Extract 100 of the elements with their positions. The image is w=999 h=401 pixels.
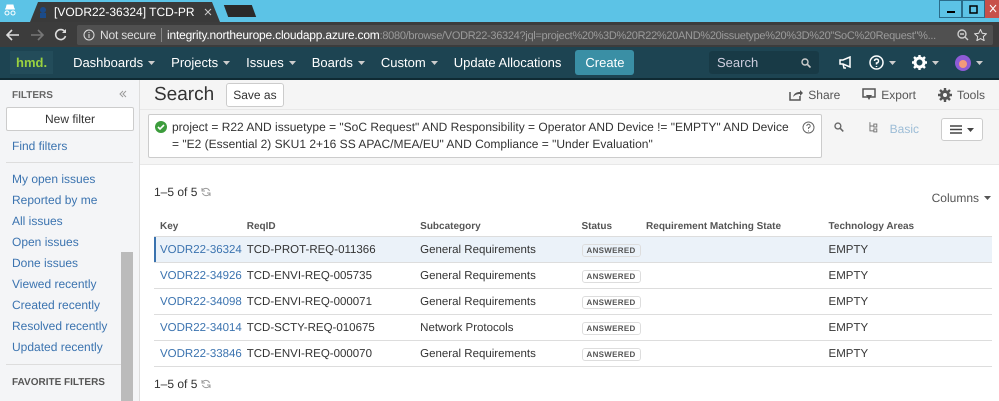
zoom-icon[interactable] <box>957 28 969 40</box>
filter-link[interactable]: Open issues <box>6 232 115 253</box>
url-text: integrity.northeurope.cloudapp.azure.com:8080/browse/VODR22-36324?jql=project%20%3D%20R22%20AND%20issuetype%20%3D%20"SoC%20Request"%... <box>167 28 936 42</box>
robot-icon <box>38 6 48 18</box>
table-row[interactable]: VODR22-36324 TCD-PROT-REQ-011366 General Requirements ANSWERED EMPTY <box>154 236 992 262</box>
share-icon <box>789 88 804 102</box>
menu-icon <box>950 125 962 134</box>
filter-link[interactable]: Created recently <box>6 295 115 316</box>
column-header[interactable]: ReqID <box>240 217 414 236</box>
close-icon[interactable] <box>204 8 212 16</box>
issue-key-link[interactable]: VODR22-34014 <box>160 322 242 334</box>
caret-icon <box>889 60 896 64</box>
search-field[interactable]: Search <box>709 51 819 74</box>
info-icon <box>83 28 95 40</box>
issue-key-link[interactable]: VODR22-34098 <box>160 296 242 308</box>
back-icon[interactable] <box>6 28 20 40</box>
star-icon[interactable] <box>974 28 987 40</box>
column-header[interactable]: Requirement Matching State <box>640 217 823 236</box>
nav-menu[interactable]: Dashboards <box>65 55 164 70</box>
search-icon[interactable] <box>834 122 844 132</box>
scrollbar[interactable] <box>121 252 133 401</box>
new-filter-button[interactable]: New filter <box>6 107 134 131</box>
column-header[interactable]: Status <box>576 217 640 236</box>
issue-key-link[interactable]: VODR22-33846 <box>160 348 242 360</box>
status-badge: ANSWERED <box>582 348 641 360</box>
filter-link[interactable]: Resolved recently <box>6 316 115 337</box>
column-header[interactable]: Key <box>154 217 241 236</box>
table-cell: TCD-ENVI-REQ-005735 <box>246 270 372 282</box>
search-icon <box>801 58 811 68</box>
table-cell: EMPTY <box>828 322 868 334</box>
table-row[interactable]: VODR22-34098 TCD-ENVI-REQ-000071 General Requirements ANSWERED EMPTY <box>154 288 992 314</box>
table-cell: TCD-PROT-REQ-011366 <box>246 244 376 256</box>
nav-menu[interactable]: Boards <box>304 55 373 70</box>
table-cell: TCD-ENVI-REQ-000070 <box>246 348 372 360</box>
filter-link[interactable]: Done issues <box>6 253 115 274</box>
menu-button[interactable] <box>941 118 983 141</box>
browser-tab[interactable]: [VODR22-36324] TCD-PR <box>30 2 220 22</box>
security-label: Not secure <box>100 28 156 42</box>
save-as-button[interactable]: Save as <box>226 82 284 106</box>
help-icon[interactable] <box>802 121 816 134</box>
create-button[interactable]: Create <box>575 50 634 75</box>
export-button[interactable]: Export <box>862 88 916 102</box>
caret-icon <box>430 60 438 64</box>
table-cell: General Requirements <box>420 270 536 282</box>
table-row[interactable]: VODR22-34926 TCD-ENVI-REQ-005735 General Requirements ANSWERED EMPTY <box>154 262 992 288</box>
find-filters-link[interactable]: Find filters <box>6 131 133 163</box>
incognito-icon <box>3 4 17 16</box>
table-cell: General Requirements <box>420 296 536 308</box>
megaphone-icon[interactable] <box>839 56 853 69</box>
issue-key-link[interactable]: VODR22-34926 <box>160 270 242 282</box>
avatar-icon[interactable] <box>955 54 983 70</box>
table-cell: EMPTY <box>828 296 868 308</box>
sidebar-title: FILTERS <box>12 90 53 101</box>
page-title: Search <box>154 84 214 106</box>
caret-icon <box>932 60 939 64</box>
close-icon[interactable] <box>985 0 999 18</box>
caret-icon <box>223 60 230 64</box>
filter-link[interactable]: Viewed recently <box>6 274 115 295</box>
restore-icon[interactable] <box>962 0 985 18</box>
address-bar[interactable]: Not secure integrity.northeurope.cloudapp.azure.com:8080/browse/VODR22-36324?jql=project%20%3D%20R22%20AND%20issuetype%20%3D%20"SoC%20Request"%... <box>77 24 993 44</box>
filter-link[interactable]: My open issues <box>6 169 115 190</box>
table-row[interactable]: VODR22-34014 TCD-SCTY-REQ-010675 Network Protocols ANSWERED EMPTY <box>154 314 992 340</box>
result-count: 1–5 of 5 <box>154 377 198 391</box>
settings-icon[interactable] <box>912 55 939 70</box>
table-cell: EMPTY <box>828 348 868 360</box>
table-cell: General Requirements <box>420 348 536 360</box>
forward-icon[interactable] <box>30 28 44 40</box>
help-icon[interactable] <box>869 55 896 70</box>
hmd-logo[interactable]: hmd. <box>10 51 54 74</box>
minimize-icon[interactable] <box>939 0 962 18</box>
column-header[interactable]: Subcategory <box>414 217 576 236</box>
nav-menu[interactable]: Issues <box>238 55 304 70</box>
new-tab-button[interactable] <box>224 5 256 17</box>
filter-link[interactable]: All issues <box>6 211 115 232</box>
filter-link[interactable]: Updated recently <box>6 337 115 358</box>
table-cell: TCD-ENVI-REQ-000071 <box>246 296 372 308</box>
hierarchy-icon[interactable] <box>868 121 878 133</box>
status-badge: ANSWERED <box>582 296 641 308</box>
collapse-icon[interactable] <box>119 90 127 98</box>
column-header[interactable]: Technology Areas <box>822 217 992 236</box>
caret-icon <box>288 60 296 64</box>
export-icon <box>862 88 876 102</box>
caret-icon <box>358 60 365 64</box>
columns-button[interactable]: Columns <box>932 191 991 205</box>
table-cell: Network Protocols <box>420 322 514 334</box>
share-button[interactable]: Share <box>789 88 840 102</box>
nav-menu[interactable]: Update Allocations <box>446 55 570 70</box>
query-field[interactable]: project = R22 AND issuetype = "SoC Request" AND Responsibility = Operator AND Device != "EMPTY" AND Device = "E2 (Essential 2) SKU1 2+16 SS APAC/MEA/EU" AND Compliance = "Under Evaluation" <box>148 114 822 158</box>
nav-menu[interactable]: Projects <box>163 55 238 70</box>
table-cell: EMPTY <box>828 270 868 282</box>
table-row[interactable]: VODR22-33846 TCD-ENVI-REQ-000070 General Requirements ANSWERED EMPTY <box>154 340 992 366</box>
reload-icon[interactable] <box>54 28 67 41</box>
refresh-icon[interactable] <box>201 379 212 389</box>
status-badge: ANSWERED <box>582 322 641 334</box>
nav-menu[interactable]: Custom <box>372 55 446 70</box>
status-badge: ANSWERED <box>582 244 641 256</box>
caret-icon <box>148 60 156 64</box>
refresh-icon[interactable] <box>201 187 212 197</box>
filter-link[interactable]: Reported by me <box>6 190 115 211</box>
tools-button[interactable]: Tools <box>938 88 985 102</box>
